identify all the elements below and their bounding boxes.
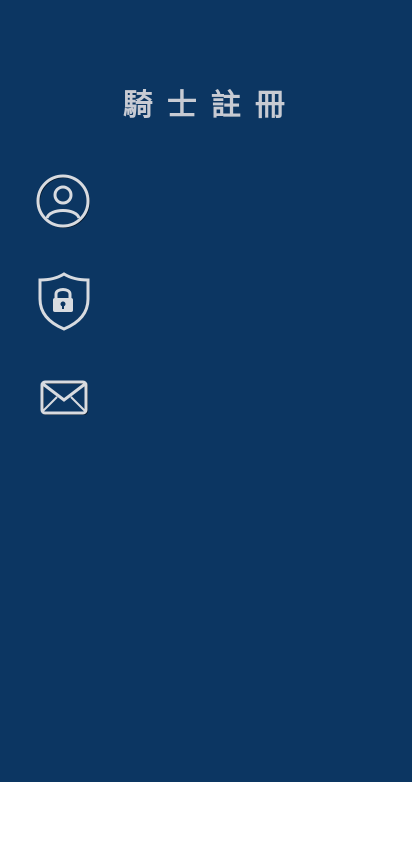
bottom-area xyxy=(0,782,412,847)
page-title: 騎士註冊 xyxy=(123,88,299,123)
user-circle-icon xyxy=(36,172,92,232)
email-input[interactable] xyxy=(104,377,376,419)
username-input[interactable] xyxy=(104,181,376,223)
username-row[interactable] xyxy=(36,172,376,232)
email-row[interactable] xyxy=(36,368,376,428)
envelope-icon xyxy=(36,368,92,428)
password-row[interactable] xyxy=(36,271,376,331)
password-input[interactable] xyxy=(104,280,376,322)
registration-panel: 騎士註冊 xyxy=(0,0,412,782)
shield-lock-icon xyxy=(36,271,92,331)
